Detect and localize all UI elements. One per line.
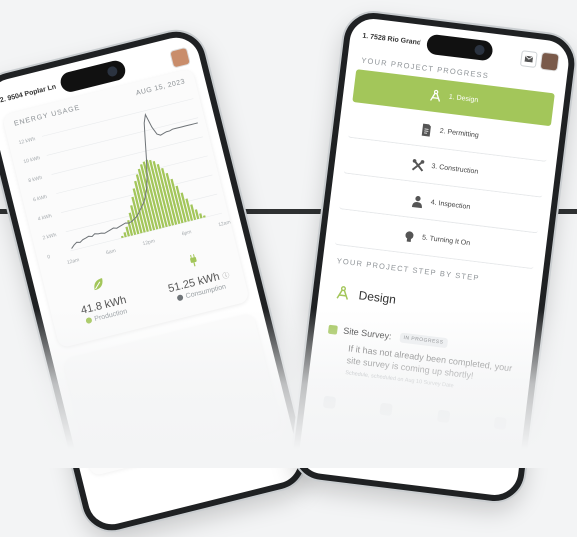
gridline <box>56 155 208 194</box>
project-address[interactable]: 1. 7528 Rio Grande <box>362 33 420 47</box>
mail-button[interactable] <box>519 50 538 68</box>
mail-icon <box>524 55 534 63</box>
energy-usage-card: ENERGY USAGE AUG 15, 2023 12 kWh 10 kWh 8 … <box>1 68 250 349</box>
progress-steps: 1. Design 2. Permitting 3. Construction … <box>334 69 555 271</box>
tools-icon <box>412 158 425 172</box>
y-tick-label: 12 kWh <box>18 136 36 146</box>
phone-project-progress: 1. 7528 Rio Grande YOUR PROJECT PROGRESS… <box>290 9 577 505</box>
step-label: 5. Turning It On <box>421 234 471 248</box>
y-tick-label: 4 kWh <box>37 213 52 222</box>
y-tick-label: 10 kWh <box>23 155 41 165</box>
check-icon <box>327 324 338 335</box>
x-tick-label: 6am <box>106 248 117 256</box>
project-address[interactable]: 2. 9504 Poplar Ln <box>0 84 57 105</box>
nav-home-icon[interactable] <box>322 395 337 410</box>
consumption-metric: 51.25 kWh ⓘ Consumption <box>148 243 246 307</box>
design-section-title: Design <box>334 284 397 307</box>
x-tick-label: 6pm <box>181 229 192 237</box>
info-icon[interactable]: ⓘ <box>222 272 230 280</box>
y-tick-label: 6 kWh <box>32 194 47 203</box>
x-tick-label: 12am <box>66 257 80 266</box>
nav-messages-icon[interactable] <box>436 409 450 424</box>
gridline <box>51 136 203 175</box>
avatar[interactable] <box>539 51 560 72</box>
lightbulb-icon <box>405 230 414 242</box>
production-bar <box>123 232 127 238</box>
y-tick-label: 8 kWh <box>28 175 43 184</box>
status-badge: IN PROGRESS <box>398 332 448 349</box>
power-button <box>552 162 562 203</box>
y-tick-label: 0 <box>47 254 51 261</box>
compass-icon <box>336 286 349 300</box>
production-metric: 41.8 kWh Production <box>53 266 151 330</box>
consumption-dot <box>176 294 184 302</box>
step-label: 2. Permitting <box>439 127 480 140</box>
nav-profile-icon[interactable] <box>493 416 507 430</box>
avatar[interactable] <box>169 46 191 69</box>
site-survey-label: Site Survey: <box>342 325 393 342</box>
gridline <box>46 117 199 156</box>
nav-documents-icon[interactable] <box>379 402 394 417</box>
y-tick-label: 2 kWh <box>42 232 57 241</box>
production-dot <box>85 317 93 325</box>
step-label: 3. Construction <box>431 163 479 176</box>
design-label: Design <box>357 288 397 307</box>
step-label: 4. Inspection <box>430 199 471 212</box>
x-tick-label: 12am <box>218 219 232 228</box>
plug-icon <box>190 254 197 267</box>
bottom-nav <box>322 395 507 430</box>
person-icon <box>412 195 423 208</box>
step-label: 1. Design <box>448 93 479 105</box>
volume-down-button <box>13 224 24 252</box>
x-tick-label: 12pm <box>142 238 156 247</box>
compass-icon <box>430 89 441 102</box>
production-bar <box>199 213 203 219</box>
date-selector[interactable]: AUG 15, 2023 <box>135 78 186 97</box>
phone-energy-usage: 2. 9504 Poplar Ln ENERGY USAGE AUG 15, 2… <box>0 25 312 537</box>
site-survey-row: Site Survey: IN PROGRESS <box>327 324 448 349</box>
document-icon <box>422 123 432 137</box>
leaf-icon <box>94 278 103 291</box>
volume-up-button <box>5 191 16 219</box>
